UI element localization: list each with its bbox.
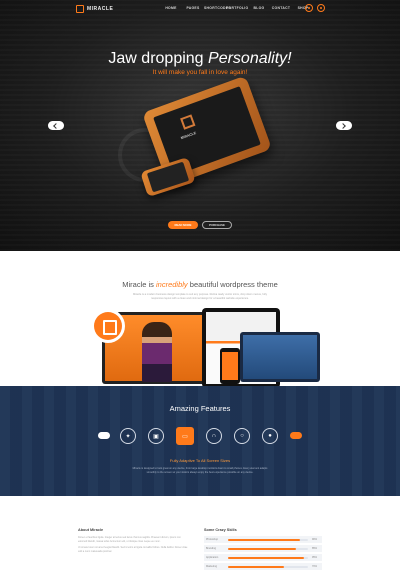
features-prev-button[interactable] bbox=[98, 432, 110, 439]
nav-item-blog[interactable]: BLOG bbox=[248, 6, 270, 10]
nav-item-home[interactable]: HOME bbox=[160, 6, 182, 10]
slider-prev-button[interactable] bbox=[48, 121, 64, 130]
devices-illustration bbox=[90, 308, 320, 388]
book-icon bbox=[94, 312, 122, 340]
skill-row: Branding 85% bbox=[204, 545, 322, 552]
main-nav: HOME PAGES SHORTCODES PORTFOLIO BLOG CON… bbox=[160, 6, 314, 10]
model-image bbox=[142, 322, 172, 382]
skill-row: Application 95% bbox=[204, 554, 322, 561]
skill-row: Marketing 70% bbox=[204, 563, 322, 570]
about-section: About Miracle Donec et faucibus ligula. … bbox=[78, 528, 188, 556]
hero-subtitle: It will make you fall in love again! bbox=[152, 69, 248, 76]
skill-label: Marketing bbox=[206, 564, 217, 568]
laptop-icon[interactable]: ▭ bbox=[176, 427, 194, 445]
top-navbar: MIRACLE HOME PAGES SHORTCODES PORTFOLIO … bbox=[0, 0, 400, 18]
slider-next-button[interactable] bbox=[336, 121, 352, 130]
read-more-button[interactable]: READ MORE bbox=[168, 221, 198, 229]
skill-bar bbox=[228, 556, 304, 559]
features-subtitle: Fully Adaptive To All Screen Sizes bbox=[169, 458, 231, 463]
cart-icon[interactable]: ▣ bbox=[148, 428, 164, 444]
skills-section: Some Crazy Skills Photoshop 90% Branding… bbox=[204, 528, 322, 572]
skill-percent: 70% bbox=[312, 564, 318, 568]
search-icon[interactable] bbox=[317, 4, 325, 12]
logo-icon bbox=[76, 5, 84, 13]
intro-text: Miracle is a modern business design temp… bbox=[132, 293, 268, 300]
skill-percent: 95% bbox=[312, 555, 318, 559]
search-icon[interactable]: ○ bbox=[234, 428, 250, 444]
features-text: Miracle is designed to look great on any… bbox=[132, 467, 268, 474]
bulb-icon[interactable]: ✦ bbox=[120, 428, 136, 444]
hero-title: Jaw dropping Personality! bbox=[108, 50, 292, 67]
page: MIRACLE HOME PAGES SHORTCODES PORTFOLIO … bbox=[0, 0, 400, 585]
hero-section: MIRACLE HOME PAGES SHORTCODES PORTFOLIO … bbox=[0, 0, 400, 251]
about-paragraph: Donec et faucibus ligula. Integer at lec… bbox=[78, 536, 181, 543]
skill-label: Branding bbox=[206, 546, 217, 550]
nav-item-pages[interactable]: PAGES bbox=[182, 6, 204, 10]
skill-row: Photoshop 90% bbox=[204, 536, 322, 543]
nav-icons bbox=[305, 4, 325, 12]
features-next-button[interactable] bbox=[290, 432, 302, 439]
phone-device-illustration bbox=[220, 348, 240, 384]
skill-percent: 85% bbox=[312, 546, 318, 550]
skill-label: Photoshop bbox=[206, 537, 218, 541]
logo-text: MIRACLE bbox=[87, 6, 114, 12]
intro-title: Miracle is incredibly beautiful wordpres… bbox=[122, 280, 278, 289]
skill-label: Application bbox=[206, 555, 219, 559]
features-title: Amazing Features bbox=[169, 404, 231, 413]
skill-bar bbox=[228, 547, 296, 550]
skill-bar bbox=[228, 538, 300, 541]
skills-heading: Some Crazy Skills bbox=[204, 528, 237, 532]
skill-percent: 90% bbox=[312, 537, 318, 541]
features-section: Amazing Features ✦ ▣ ▭ ∩ ○ ● Fully Adapt… bbox=[0, 386, 400, 496]
drop-icon[interactable]: ● bbox=[262, 428, 278, 444]
cart-icon[interactable] bbox=[305, 4, 313, 12]
skill-bar bbox=[228, 565, 284, 568]
nav-item-shortcodes[interactable]: SHORTCODES bbox=[204, 6, 231, 10]
about-paragraph: Ut ornare lorem sit amet feugiat blandit… bbox=[78, 546, 188, 553]
headphones-icon[interactable]: ∩ bbox=[206, 428, 222, 444]
features-icon-row: ✦ ▣ ▭ ∩ ○ ● bbox=[98, 427, 302, 445]
about-heading: About Miracle bbox=[78, 528, 104, 532]
nav-item-contact[interactable]: CONTACT bbox=[270, 6, 292, 10]
logo[interactable]: MIRACLE bbox=[76, 5, 113, 13]
laptop-illustration bbox=[240, 332, 320, 382]
purchase-button[interactable]: PURCHASE bbox=[202, 221, 232, 229]
nav-item-portfolio[interactable]: PORTFOLIO bbox=[226, 6, 248, 10]
